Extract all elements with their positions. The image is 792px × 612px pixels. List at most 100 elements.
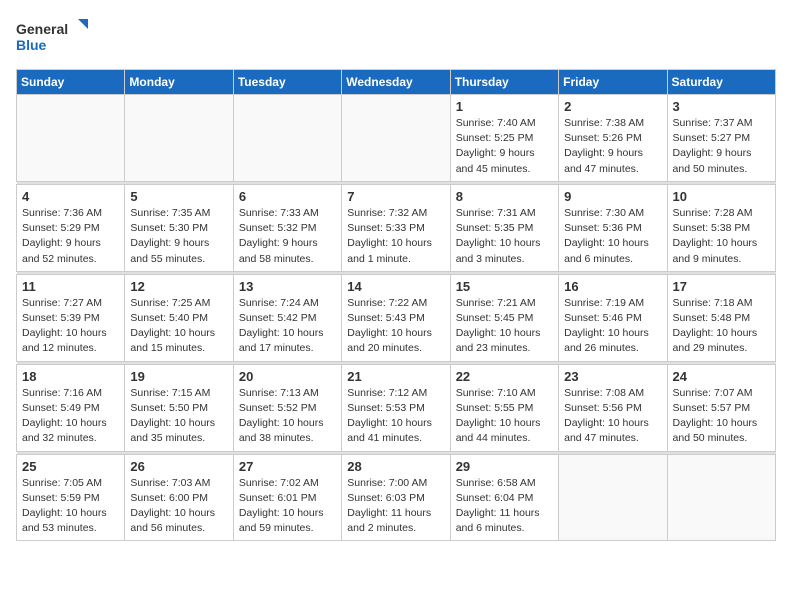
calendar-cell: 19 Sunrise: 7:15 AMSunset: 5:50 PMDayligh… (125, 364, 233, 451)
calendar-body: 1 Sunrise: 7:40 AMSunset: 5:25 PMDaylight… (17, 95, 776, 541)
day-info: Sunrise: 7:22 AMSunset: 5:43 PMDaylight:… (347, 296, 444, 357)
day-number: 29 (456, 459, 553, 474)
day-info: Sunrise: 7:27 AMSunset: 5:39 PMDaylight:… (22, 296, 119, 357)
calendar-header-thursday: Thursday (450, 70, 558, 95)
day-number: 26 (130, 459, 227, 474)
page-header: General Blue (16, 16, 776, 61)
day-number: 11 (22, 279, 119, 294)
day-number: 20 (239, 369, 336, 384)
day-number: 14 (347, 279, 444, 294)
calendar-cell: 1 Sunrise: 7:40 AMSunset: 5:25 PMDaylight… (450, 95, 558, 182)
day-info: Sunrise: 7:03 AMSunset: 6:00 PMDaylight:… (130, 476, 227, 537)
calendar-cell (559, 454, 667, 541)
day-info: Sunrise: 7:28 AMSunset: 5:38 PMDaylight:… (673, 206, 770, 267)
calendar-cell: 4Sunrise: 7:36 AMSunset: 5:29 PMDaylight… (17, 184, 125, 271)
day-number: 9 (564, 189, 661, 204)
day-info: Sunrise: 7:13 AMSunset: 5:52 PMDaylight:… (239, 386, 336, 447)
day-number: 7 (347, 189, 444, 204)
calendar-cell: 21 Sunrise: 7:12 AMSunset: 5:53 PMDayligh… (342, 364, 450, 451)
day-number: 16 (564, 279, 661, 294)
day-number: 5 (130, 189, 227, 204)
calendar-week-1: 1 Sunrise: 7:40 AMSunset: 5:25 PMDaylight… (17, 95, 776, 182)
day-number: 4 (22, 189, 119, 204)
day-info: Sunrise: 7:31 AMSunset: 5:35 PMDaylight:… (456, 206, 553, 267)
day-info: Sunrise: 7:40 AMSunset: 5:25 PMDaylight:… (456, 116, 553, 177)
day-info: Sunrise: 7:24 AMSunset: 5:42 PMDaylight:… (239, 296, 336, 357)
calendar-cell: 20 Sunrise: 7:13 AMSunset: 5:52 PMDayligh… (233, 364, 341, 451)
day-info: Sunrise: 7:33 AMSunset: 5:32 PMDaylight:… (239, 206, 336, 267)
calendar-header-sunday: Sunday (17, 70, 125, 95)
calendar-cell: 28 Sunrise: 7:00 AMSunset: 6:03 PMDayligh… (342, 454, 450, 541)
day-info: Sunrise: 7:16 AMSunset: 5:49 PMDaylight:… (22, 386, 119, 447)
day-info: Sunrise: 7:12 AMSunset: 5:53 PMDaylight:… (347, 386, 444, 447)
day-info: Sunrise: 7:05 AMSunset: 5:59 PMDaylight:… (22, 476, 119, 537)
calendar-cell: 29 Sunrise: 6:58 AMSunset: 6:04 PMDayligh… (450, 454, 558, 541)
calendar-cell: 10 Sunrise: 7:28 AMSunset: 5:38 PMDayligh… (667, 184, 775, 271)
calendar-cell: 5Sunrise: 7:35 AMSunset: 5:30 PMDaylight… (125, 184, 233, 271)
calendar-week-5: 25 Sunrise: 7:05 AMSunset: 5:59 PMDayligh… (17, 454, 776, 541)
calendar-table: SundayMondayTuesdayWednesdayThursdayFrid… (16, 69, 776, 541)
calendar-cell: 26 Sunrise: 7:03 AMSunset: 6:00 PMDayligh… (125, 454, 233, 541)
day-number: 3 (673, 99, 770, 114)
calendar-cell: 27Sunrise: 7:02 AMSunset: 6:01 PMDayligh… (233, 454, 341, 541)
calendar-cell: 25 Sunrise: 7:05 AMSunset: 5:59 PMDayligh… (17, 454, 125, 541)
calendar-cell: 17Sunrise: 7:18 AMSunset: 5:48 PMDayligh… (667, 274, 775, 361)
day-info: Sunrise: 7:08 AMSunset: 5:56 PMDaylight:… (564, 386, 661, 447)
day-number: 28 (347, 459, 444, 474)
calendar-cell: 24 Sunrise: 7:07 AMSunset: 5:57 PMDayligh… (667, 364, 775, 451)
calendar-cell: 3 Sunrise: 7:37 AMSunset: 5:27 PMDaylight… (667, 95, 775, 182)
calendar-cell: 16Sunrise: 7:19 AMSunset: 5:46 PMDayligh… (559, 274, 667, 361)
logo-wordmark: General Blue (16, 16, 106, 61)
calendar-cell: 8 Sunrise: 7:31 AMSunset: 5:35 PMDaylight… (450, 184, 558, 271)
calendar-week-4: 18 Sunrise: 7:16 AMSunset: 5:49 PMDayligh… (17, 364, 776, 451)
calendar-cell: 23 Sunrise: 7:08 AMSunset: 5:56 PMDayligh… (559, 364, 667, 451)
day-info: Sunrise: 7:30 AMSunset: 5:36 PMDaylight:… (564, 206, 661, 267)
calendar-week-2: 4Sunrise: 7:36 AMSunset: 5:29 PMDaylight… (17, 184, 776, 271)
calendar-cell: 18 Sunrise: 7:16 AMSunset: 5:49 PMDayligh… (17, 364, 125, 451)
day-info: Sunrise: 7:21 AMSunset: 5:45 PMDaylight:… (456, 296, 553, 357)
day-number: 6 (239, 189, 336, 204)
svg-text:General: General (16, 21, 68, 37)
day-number: 18 (22, 369, 119, 384)
day-info: Sunrise: 6:58 AMSunset: 6:04 PMDaylight:… (456, 476, 553, 537)
day-info: Sunrise: 7:15 AMSunset: 5:50 PMDaylight:… (130, 386, 227, 447)
calendar-cell (233, 95, 341, 182)
calendar-cell: 15 Sunrise: 7:21 AMSunset: 5:45 PMDayligh… (450, 274, 558, 361)
calendar-header-row: SundayMondayTuesdayWednesdayThursdayFrid… (17, 70, 776, 95)
day-info: Sunrise: 7:38 AMSunset: 5:26 PMDaylight:… (564, 116, 661, 177)
day-info: Sunrise: 7:02 AMSunset: 6:01 PMDaylight:… (239, 476, 336, 537)
day-number: 24 (673, 369, 770, 384)
day-number: 2 (564, 99, 661, 114)
day-info: Sunrise: 7:18 AMSunset: 5:48 PMDaylight:… (673, 296, 770, 357)
calendar-header-saturday: Saturday (667, 70, 775, 95)
calendar-cell (17, 95, 125, 182)
calendar-cell: 14 Sunrise: 7:22 AMSunset: 5:43 PMDayligh… (342, 274, 450, 361)
day-info: Sunrise: 7:37 AMSunset: 5:27 PMDaylight:… (673, 116, 770, 177)
day-number: 13 (239, 279, 336, 294)
calendar-cell: 13 Sunrise: 7:24 AMSunset: 5:42 PMDayligh… (233, 274, 341, 361)
day-info: Sunrise: 7:07 AMSunset: 5:57 PMDaylight:… (673, 386, 770, 447)
day-info: Sunrise: 7:00 AMSunset: 6:03 PMDaylight:… (347, 476, 444, 537)
day-number: 25 (22, 459, 119, 474)
day-number: 10 (673, 189, 770, 204)
day-number: 19 (130, 369, 227, 384)
calendar-cell: 9 Sunrise: 7:30 AMSunset: 5:36 PMDaylight… (559, 184, 667, 271)
calendar-cell: 2 Sunrise: 7:38 AMSunset: 5:26 PMDaylight… (559, 95, 667, 182)
calendar-cell: 6 Sunrise: 7:33 AMSunset: 5:32 PMDaylight… (233, 184, 341, 271)
day-number: 8 (456, 189, 553, 204)
calendar-header-wednesday: Wednesday (342, 70, 450, 95)
calendar-cell: 7 Sunrise: 7:32 AMSunset: 5:33 PMDaylight… (342, 184, 450, 271)
day-number: 15 (456, 279, 553, 294)
day-info: Sunrise: 7:25 AMSunset: 5:40 PMDaylight:… (130, 296, 227, 357)
day-number: 1 (456, 99, 553, 114)
day-number: 12 (130, 279, 227, 294)
calendar-cell: 22Sunrise: 7:10 AMSunset: 5:55 PMDayligh… (450, 364, 558, 451)
day-number: 21 (347, 369, 444, 384)
calendar-week-3: 11 Sunrise: 7:27 AMSunset: 5:39 PMDayligh… (17, 274, 776, 361)
calendar-cell (342, 95, 450, 182)
calendar-cell: 12 Sunrise: 7:25 AMSunset: 5:40 PMDayligh… (125, 274, 233, 361)
day-number: 23 (564, 369, 661, 384)
calendar-cell (125, 95, 233, 182)
day-info: Sunrise: 7:32 AMSunset: 5:33 PMDaylight:… (347, 206, 444, 267)
calendar-cell (667, 454, 775, 541)
